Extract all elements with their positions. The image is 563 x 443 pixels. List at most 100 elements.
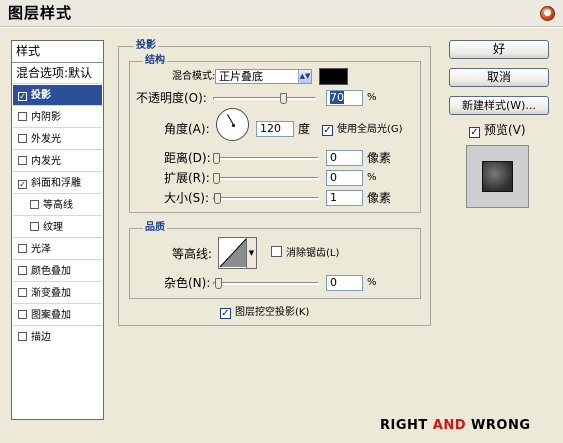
knockout-label: 图层挖空投影(K) bbox=[235, 307, 310, 318]
size-input[interactable]: 1 bbox=[326, 190, 363, 206]
blend-mode-select[interactable]: 正片叠底 ▲▼ bbox=[215, 69, 312, 84]
noise-input[interactable]: 0 bbox=[326, 275, 363, 291]
watermark-wrong: WRONG bbox=[466, 418, 531, 433]
angle-dial-needle bbox=[227, 114, 234, 125]
opacity-input[interactable]: 70 bbox=[326, 90, 363, 106]
sidebar-item-inner-shadow[interactable]: 内阴影 bbox=[13, 107, 102, 128]
styles-list: 样式 混合选项:默认 ✓ 投影 内阴影 外发光 内发光 ✓ 斜面和浮雕 等高线 纹理… bbox=[11, 40, 104, 420]
noise-label: 杂色(N): bbox=[164, 276, 211, 290]
antialias-checkbox[interactable]: 消除锯齿(L) bbox=[271, 246, 339, 261]
size-slider-thumb[interactable] bbox=[214, 193, 221, 204]
sidebar-item-label: 颜色叠加 bbox=[31, 266, 71, 277]
sidebar-item-label: 内发光 bbox=[31, 156, 61, 167]
angle-input[interactable]: 120 bbox=[256, 121, 294, 137]
sidebar-item-label: 等高线 bbox=[43, 200, 73, 211]
checkbox[interactable] bbox=[271, 246, 282, 257]
watermark-right: RIGHT bbox=[380, 418, 433, 433]
spread-slider[interactable] bbox=[213, 177, 319, 180]
preview-label: 预览(V) bbox=[484, 123, 526, 137]
checkbox[interactable] bbox=[30, 222, 39, 231]
contour-preview-icon bbox=[219, 238, 247, 268]
quality-legend: 品质 bbox=[143, 222, 167, 234]
sidebar-item-label: 纹理 bbox=[43, 222, 63, 233]
sidebar-item-label: 混合选项:默认 bbox=[16, 66, 93, 80]
noise-slider-thumb[interactable] bbox=[215, 278, 222, 289]
checkbox[interactable] bbox=[18, 112, 27, 121]
watermark: RIGHT AND WRONG bbox=[380, 417, 531, 435]
global-light-label: 使用全局光(G) bbox=[337, 124, 403, 135]
check-icon[interactable]: ✓ bbox=[322, 125, 333, 136]
checkbox[interactable] bbox=[18, 310, 27, 319]
sidebar-item-label: 描边 bbox=[31, 332, 51, 343]
sidebar-item-stroke[interactable]: 描边 bbox=[13, 327, 102, 348]
checkbox[interactable] bbox=[30, 200, 39, 209]
sidebar-item-label: 渐变叠加 bbox=[31, 288, 71, 299]
style-preview-swatch bbox=[482, 161, 513, 192]
sidebar-item-drop-shadow[interactable]: ✓ 投影 bbox=[13, 85, 102, 106]
blend-mode-label: 混合模式: bbox=[172, 71, 216, 82]
sidebar-item-inner-glow[interactable]: 内发光 bbox=[13, 151, 102, 172]
sidebar-item-texture[interactable]: 纹理 bbox=[13, 217, 102, 238]
sidebar-item-label: 斜面和浮雕 bbox=[31, 178, 81, 189]
checkbox[interactable] bbox=[18, 134, 27, 143]
sidebar-item-gradient-overlay[interactable]: 渐变叠加 bbox=[13, 283, 102, 304]
spread-slider-thumb[interactable] bbox=[213, 173, 220, 184]
sidebar-item-bevel-emboss[interactable]: ✓ 斜面和浮雕 bbox=[13, 173, 102, 194]
opacity-slider-thumb[interactable] bbox=[280, 93, 288, 104]
preview-checkbox[interactable]: ✓ 预览(V) bbox=[469, 122, 526, 138]
size-label: 大小(S): bbox=[164, 191, 210, 205]
spread-input[interactable]: 0 bbox=[326, 170, 363, 186]
sidebar-item-label: 内阴影 bbox=[31, 112, 61, 123]
size-value: 1 bbox=[330, 191, 337, 204]
opacity-slider[interactable] bbox=[213, 97, 316, 100]
distance-slider-thumb[interactable] bbox=[213, 153, 220, 164]
angle-unit: 度 bbox=[298, 122, 311, 136]
noise-slider[interactable] bbox=[213, 282, 319, 285]
check-icon[interactable]: ✓ bbox=[18, 92, 27, 101]
contour-label: 等高线: bbox=[172, 247, 213, 261]
sidebar-item-label: 外发光 bbox=[31, 134, 61, 145]
opacity-label: 不透明度(O): bbox=[136, 91, 207, 105]
up-down-arrow-icon[interactable]: ▲▼ bbox=[298, 70, 311, 83]
sidebar-item-outer-glow[interactable]: 外发光 bbox=[13, 129, 102, 150]
knockout-checkbox[interactable]: ✓ 图层挖空投影(K) bbox=[220, 305, 309, 320]
distance-input[interactable]: 0 bbox=[326, 150, 363, 166]
ok-button[interactable]: 好 bbox=[449, 40, 549, 59]
sidebar-item-pattern-overlay[interactable]: 图案叠加 bbox=[13, 305, 102, 326]
sidebar-item-contour[interactable]: 等高线 bbox=[13, 195, 102, 216]
check-icon[interactable]: ✓ bbox=[220, 308, 231, 319]
angle-dial-icon[interactable] bbox=[216, 108, 249, 141]
check-icon[interactable]: ✓ bbox=[469, 127, 480, 138]
checkbox[interactable] bbox=[18, 156, 27, 165]
distance-unit: 像素 bbox=[367, 151, 392, 165]
new-style-button[interactable]: 新建样式(W)... bbox=[449, 96, 549, 115]
blend-mode-value: 正片叠底 bbox=[219, 70, 263, 83]
cancel-button[interactable]: 取消 bbox=[449, 68, 549, 87]
contour-picker[interactable]: ▼ bbox=[218, 237, 257, 269]
check-icon[interactable]: ✓ bbox=[18, 180, 27, 189]
sidebar-item-color-overlay[interactable]: 颜色叠加 bbox=[13, 261, 102, 282]
distance-slider[interactable] bbox=[213, 157, 319, 160]
checkbox[interactable] bbox=[18, 244, 27, 253]
opacity-unit: % bbox=[367, 92, 377, 103]
style-preview bbox=[466, 145, 529, 208]
noise-unit: % bbox=[367, 277, 377, 288]
checkbox[interactable] bbox=[18, 288, 27, 297]
opacity-value: 70 bbox=[330, 91, 344, 104]
sidebar-item-label: 图案叠加 bbox=[31, 310, 71, 321]
global-light-checkbox[interactable]: ✓ 使用全局光(G) bbox=[322, 122, 403, 137]
size-slider[interactable] bbox=[213, 197, 319, 200]
shadow-color-swatch[interactable] bbox=[319, 68, 348, 85]
checkbox[interactable] bbox=[18, 332, 27, 341]
close-icon[interactable]: ● bbox=[540, 6, 555, 21]
checkbox[interactable] bbox=[18, 266, 27, 275]
chevron-down-icon[interactable]: ▼ bbox=[246, 238, 256, 268]
sidebar-item-satin[interactable]: 光泽 bbox=[13, 239, 102, 260]
antialias-label: 消除锯齿(L) bbox=[286, 248, 340, 259]
window-title: 图层样式 bbox=[8, 4, 73, 22]
spread-label: 扩展(R): bbox=[164, 171, 210, 185]
structure-legend: 结构 bbox=[143, 55, 167, 67]
drop-shadow-group-title: 投影 bbox=[134, 40, 158, 52]
sidebar-item-blending-options[interactable]: 混合选项:默认 bbox=[13, 63, 102, 84]
noise-value: 0 bbox=[330, 276, 337, 289]
